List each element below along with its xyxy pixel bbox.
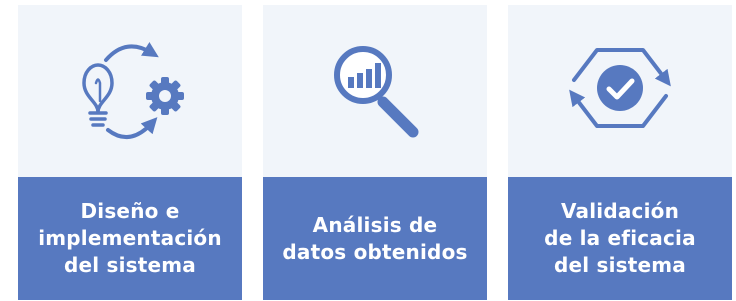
step-card-analysis-label-area: Análisis de datos obtenidos [263, 177, 487, 300]
step-card-validation: Validación de la eficacia del sistema [508, 5, 732, 300]
step-card-analysis-icon-area [263, 5, 487, 177]
step-card-design: Diseño e implementación del sistema [18, 5, 242, 300]
magnifier-bar-chart-icon [334, 46, 419, 138]
step-card-validation-label: Validación de la eficacia del sistema [544, 199, 696, 277]
step-card-design-label-area: Diseño e implementación del sistema [18, 177, 242, 300]
step-card-validation-icon-area [508, 5, 732, 177]
step-card-analysis-label: Análisis de datos obtenidos [282, 212, 468, 264]
step-card-design-label: Diseño e implementación del sistema [38, 199, 222, 277]
step-card-design-icon-area [18, 5, 242, 177]
hexagon-check-cycle-icon [569, 48, 671, 128]
step-card-analysis: Análisis de datos obtenidos [263, 5, 487, 300]
step-card-validation-label-area: Validación de la eficacia del sistema [508, 177, 732, 300]
lightbulb-gear-cycle-icon [82, 41, 184, 139]
